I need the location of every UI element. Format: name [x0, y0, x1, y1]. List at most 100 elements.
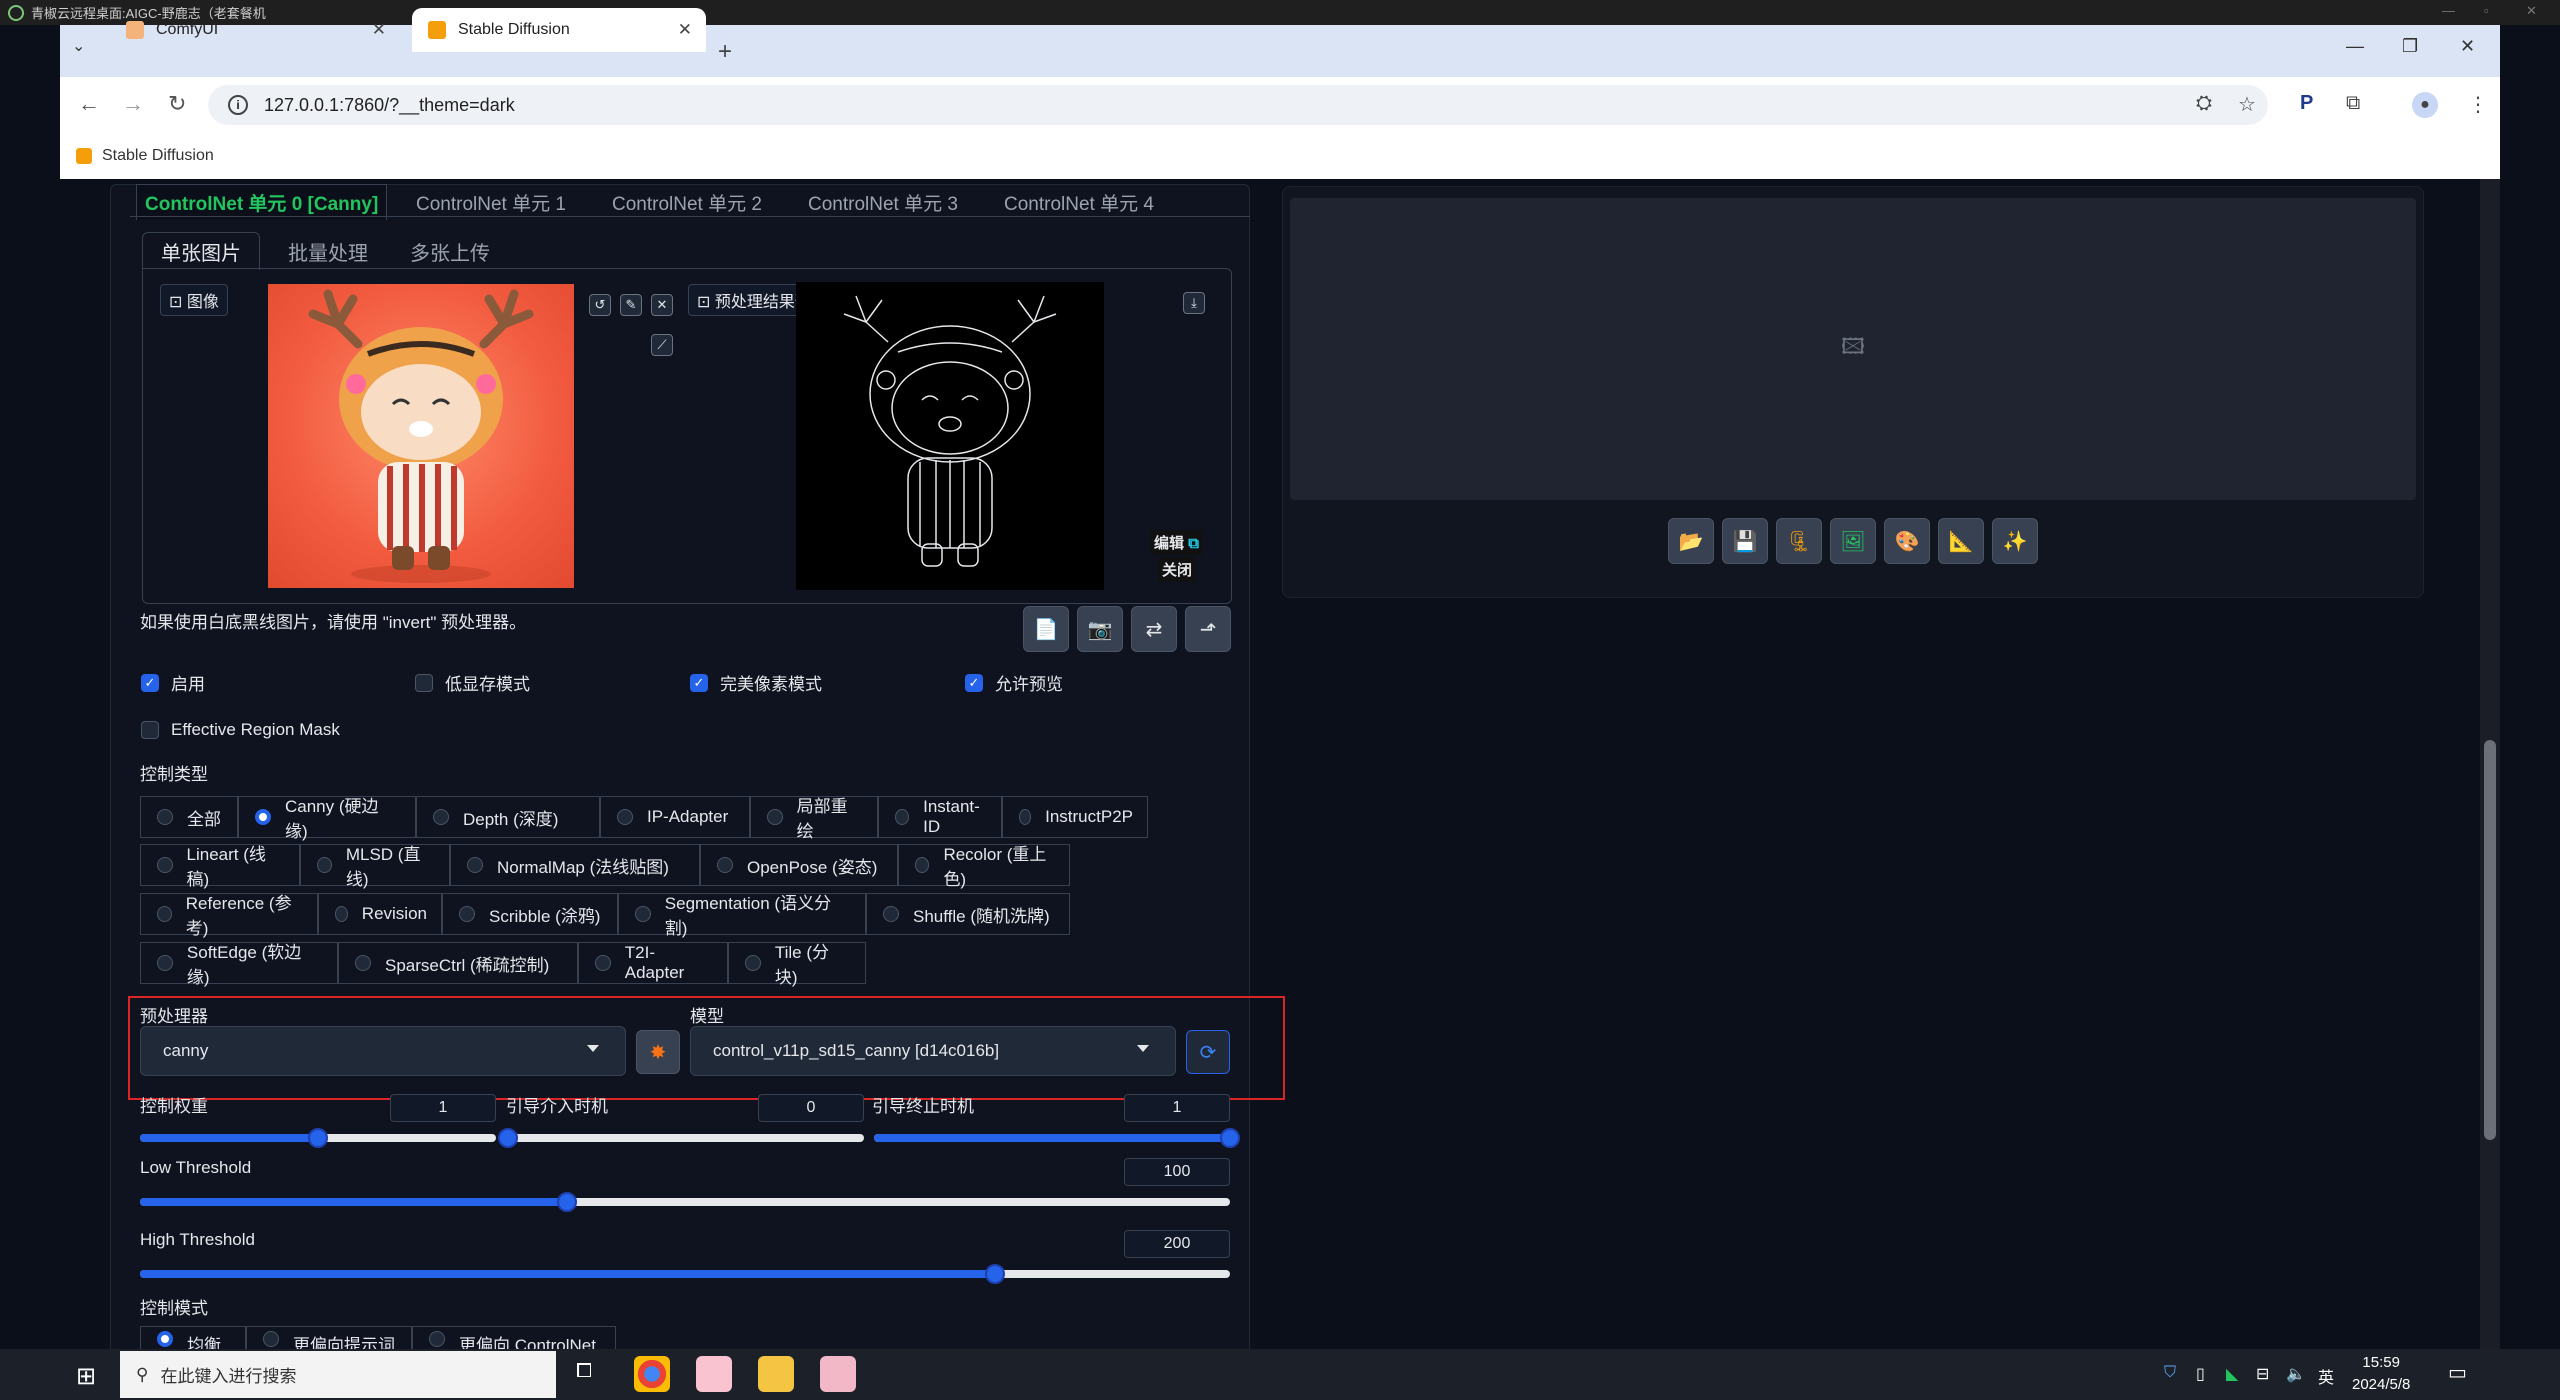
control-type-radio[interactable]: Segmentation (语义分割): [618, 893, 866, 938]
shield-tray-icon[interactable]: ⛉: [2164, 1364, 2176, 1382]
tab-search-chevron-icon[interactable]: ⌄: [72, 36, 85, 56]
file-explorer-icon[interactable]: [758, 1356, 794, 1392]
effective-region-mask-checkbox[interactable]: Effective Region Mask: [141, 720, 340, 740]
bookmark-stable-diffusion[interactable]: Stable Diffusion: [102, 147, 214, 165]
site-info-icon[interactable]: i: [228, 95, 248, 115]
slider-thumb[interactable]: [984, 1264, 1005, 1284]
reload-icon[interactable]: ↻: [168, 91, 186, 117]
high-threshold-slider[interactable]: [140, 1264, 1230, 1284]
control-type-radio[interactable]: 全部: [140, 796, 238, 838]
tab-multi-upload[interactable]: 多张上传: [392, 232, 508, 270]
enable-checkbox[interactable]: ✓ 启用: [141, 670, 205, 695]
translate-icon[interactable]: ⛭: [2196, 92, 2212, 115]
webcam-button[interactable]: 📷: [1077, 606, 1123, 652]
tab-close-icon[interactable]: ✕: [678, 20, 692, 40]
tab-controlnet-unit-3[interactable]: ControlNet 单元 3: [800, 184, 966, 220]
control-type-radio[interactable]: IP-Adapter: [600, 796, 750, 838]
download-icon[interactable]: ⤓: [1183, 292, 1205, 314]
control-weight-input[interactable]: 1: [390, 1094, 496, 1122]
window-minimize-icon[interactable]: —: [2346, 36, 2364, 57]
anime-app-2-icon[interactable]: [820, 1356, 856, 1392]
window-restore-icon[interactable]: ❐: [2402, 36, 2418, 57]
control-type-radio[interactable]: Canny (硬边缘): [238, 796, 416, 841]
control-type-radio[interactable]: Depth (深度): [416, 796, 600, 838]
guidance-end-slider[interactable]: [874, 1128, 1240, 1148]
chrome-app-icon[interactable]: [634, 1356, 670, 1392]
tab-controlnet-unit-2[interactable]: ControlNet 单元 2: [604, 184, 770, 220]
control-type-radio[interactable]: SparseCtrl (稀疏控制): [338, 942, 578, 984]
tab-comfyui[interactable]: ComfyUI ✕: [110, 8, 400, 52]
bookmark-star-icon[interactable]: ☆: [2238, 92, 2256, 117]
control-mode-prompt[interactable]: 更偏向提示词: [246, 1326, 412, 1350]
save-button[interactable]: 💾: [1722, 518, 1768, 564]
menu-kebab-icon[interactable]: ⋮: [2468, 92, 2488, 117]
control-type-radio[interactable]: Reference (参考): [140, 893, 318, 938]
control-type-radio[interactable]: Tile (分块): [728, 942, 866, 987]
guidance-start-slider[interactable]: [498, 1128, 864, 1148]
extension-p-icon[interactable]: P: [2300, 92, 2313, 115]
send-dimensions-button[interactable]: ⬏: [1185, 606, 1231, 652]
send-to-extras-button[interactable]: 📐: [1938, 518, 1984, 564]
control-type-radio[interactable]: 局部重绘: [750, 796, 878, 841]
control-mode-balanced[interactable]: 均衡: [140, 1326, 246, 1350]
guidance-end-input[interactable]: 1: [1124, 1094, 1230, 1122]
forward-arrow-icon[interactable]: →: [122, 91, 144, 117]
control-type-radio[interactable]: NormalMap (法线贴图): [450, 844, 700, 886]
tab-controlnet-unit-0[interactable]: ControlNet 单元 0 [Canny]: [136, 184, 388, 220]
taskbar-search-box[interactable]: ⚲ 在此键入进行搜索: [120, 1351, 556, 1398]
control-type-radio[interactable]: Recolor (重上色): [898, 844, 1070, 889]
send-to-img2img-button[interactable]: 🖼: [1830, 518, 1876, 564]
notification-icon[interactable]: ▭: [2448, 1360, 2467, 1385]
extensions-puzzle-icon[interactable]: ⧉: [2346, 92, 2360, 115]
refresh-models-button[interactable]: ⟳: [1186, 1030, 1230, 1074]
sparkle-button[interactable]: ✨: [1992, 518, 2038, 564]
low-vram-checkbox[interactable]: 低显存模式: [415, 670, 530, 695]
brush-icon[interactable]: ⟋: [651, 334, 673, 356]
back-arrow-icon[interactable]: ←: [78, 91, 100, 117]
task-view-icon[interactable]: ⧠: [576, 1360, 592, 1383]
system-clock[interactable]: 15:59 2024/5/8: [2352, 1352, 2410, 1396]
control-type-radio[interactable]: InstructP2P: [1002, 796, 1148, 838]
control-type-radio[interactable]: T2I-Adapter: [578, 942, 728, 984]
tab-close-icon[interactable]: ✕: [372, 20, 386, 40]
tab-controlnet-unit-1[interactable]: ControlNet 单元 1: [408, 184, 574, 220]
open-folder-button[interactable]: 📂: [1668, 518, 1714, 564]
edit-pencil-icon[interactable]: ✎: [620, 294, 642, 316]
control-type-radio[interactable]: Scribble (涂鸦): [442, 893, 618, 935]
low-threshold-slider[interactable]: [140, 1192, 1230, 1212]
address-bar[interactable]: i 127.0.0.1:7860/?__theme=dark: [208, 85, 2268, 125]
control-type-radio[interactable]: OpenPose (姿态): [700, 844, 898, 886]
clear-image-icon[interactable]: ✕: [651, 294, 673, 316]
volume-tray-icon[interactable]: 🔈: [2286, 1364, 2306, 1384]
tab-batch[interactable]: 批量处理: [270, 232, 386, 270]
rd-restore-icon[interactable]: ▫: [2484, 3, 2489, 18]
control-weight-slider[interactable]: [140, 1128, 496, 1148]
swap-button[interactable]: ⇄: [1131, 606, 1177, 652]
control-type-radio[interactable]: SoftEdge (软边缘): [140, 942, 338, 987]
slider-thumb[interactable]: [1220, 1128, 1240, 1148]
slider-thumb[interactable]: [308, 1128, 328, 1148]
send-to-inpaint-button[interactable]: 🎨: [1884, 518, 1930, 564]
control-mode-controlnet[interactable]: 更偏向 ControlNet: [412, 1326, 616, 1350]
control-type-radio[interactable]: MLSD (直线): [300, 844, 450, 889]
control-type-radio[interactable]: Lineart (线稿): [140, 844, 300, 889]
input-image[interactable]: [268, 284, 574, 588]
tab-controlnet-unit-4[interactable]: ControlNet 单元 4: [996, 184, 1162, 220]
model-dropdown[interactable]: control_v11p_sd15_canny [d14c016b]: [690, 1026, 1176, 1076]
anime-app-icon[interactable]: [696, 1356, 732, 1392]
control-type-radio[interactable]: Instant-ID: [878, 796, 1002, 838]
high-threshold-input[interactable]: 200: [1124, 1230, 1230, 1258]
scrollbar-thumb[interactable]: [2484, 740, 2496, 1140]
network-tray-icon[interactable]: ⊟: [2256, 1364, 2269, 1384]
nvidia-tray-icon[interactable]: ◣: [2226, 1364, 2238, 1384]
control-type-radio[interactable]: Shuffle (随机洗牌): [866, 893, 1070, 935]
profile-avatar-icon[interactable]: ●: [2412, 92, 2438, 118]
run-preprocessor-button[interactable]: ✸: [636, 1030, 680, 1074]
ime-indicator[interactable]: 英: [2318, 1364, 2334, 1388]
windows-start-icon[interactable]: ⊞: [76, 1362, 96, 1391]
low-threshold-input[interactable]: 100: [1124, 1158, 1230, 1186]
rd-close-icon[interactable]: ✕: [2526, 3, 2537, 19]
control-type-radio[interactable]: Revision: [318, 893, 442, 935]
close-tag[interactable]: 关闭: [1158, 557, 1197, 582]
edit-tag[interactable]: 编辑 ⧉: [1150, 530, 1203, 555]
